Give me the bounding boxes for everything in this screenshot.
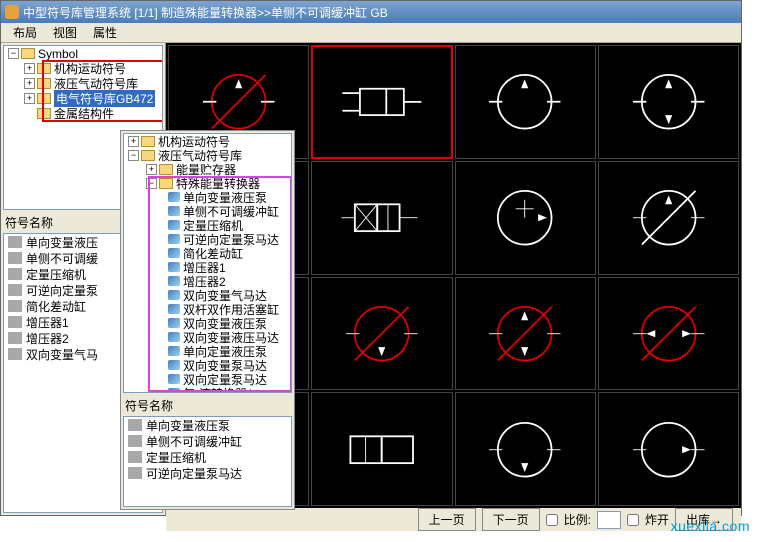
list-item[interactable]: 单侧不可调缓冲缸	[124, 433, 291, 449]
next-page-button[interactable]: 下一页	[482, 508, 540, 531]
symbol-icon	[168, 346, 180, 356]
symbol-icon	[168, 192, 180, 202]
folder-icon	[37, 78, 51, 89]
popup-tree[interactable]: +机构运动符号 −液压气动符号库 +能量贮存器 −特殊能量转换器 单向变量液压泵…	[123, 133, 292, 393]
symbol-cell[interactable]	[455, 392, 596, 506]
symbol-icon	[128, 435, 142, 447]
menu-layout[interactable]: 布局	[5, 22, 45, 43]
watermark: xuexila.com	[671, 518, 750, 534]
symbol-icon	[168, 360, 180, 370]
expand-icon[interactable]: +	[146, 164, 157, 175]
explode-checkbox[interactable]	[627, 514, 639, 526]
folder-icon	[159, 178, 173, 189]
list-item[interactable]: 单向变量液压泵	[124, 417, 291, 433]
ratio-checkbox[interactable]	[546, 514, 558, 526]
collapse-icon[interactable]: −	[128, 150, 139, 161]
folder-icon	[141, 136, 155, 147]
symbol-cell[interactable]	[311, 161, 452, 275]
symbol-icon	[168, 206, 180, 216]
symbol-icon	[128, 419, 142, 431]
symbol-icon	[8, 332, 22, 344]
popup-tree-panel: +机构运动符号 −液压气动符号库 +能量贮存器 −特殊能量转换器 单向变量液压泵…	[120, 130, 295, 510]
popup-symbol-list[interactable]: 单向变量液压泵 单侧不可调缓冲缸 定量压缩机 可逆向定量泵马达	[123, 416, 292, 507]
symbol-icon	[168, 318, 180, 328]
explode-label: 炸开	[645, 511, 669, 528]
symbol-icon	[168, 290, 180, 300]
app-window: 中型符号库管理系统 [1/1] 制造殊能量转换器>>单侧不可调缓冲缸 GB 布局…	[0, 0, 742, 516]
symbol-icon	[168, 220, 180, 230]
symbol-icon	[8, 252, 22, 264]
symbol-cell[interactable]	[598, 45, 739, 159]
menu-props[interactable]: 属性	[85, 22, 125, 43]
app-icon	[5, 5, 19, 19]
symbol-cell[interactable]	[311, 277, 452, 391]
symbol-icon	[8, 284, 22, 296]
symbol-cell-selected[interactable]	[311, 45, 452, 159]
symbol-icon	[168, 276, 180, 286]
menubar: 布局 视图 属性	[1, 23, 741, 43]
symbol-cell[interactable]	[455, 161, 596, 275]
symbol-icon	[8, 236, 22, 248]
content: −Symbol +机构运动符号 +液压气动符号库 +电气符号库GB472 金属结…	[1, 43, 741, 515]
symbol-icon	[168, 234, 180, 244]
expand-icon[interactable]: +	[24, 93, 35, 104]
symbol-cell[interactable]	[311, 392, 452, 506]
symbol-cell[interactable]	[455, 45, 596, 159]
menu-view[interactable]: 视图	[45, 22, 85, 43]
ratio-label: 比例:	[564, 511, 591, 528]
folder-icon	[21, 48, 35, 59]
symbol-icon	[168, 304, 180, 314]
folder-icon	[159, 164, 173, 175]
expand-icon[interactable]: +	[24, 78, 35, 89]
symbol-icon	[168, 374, 180, 384]
folder-icon	[37, 108, 51, 119]
symbol-cell[interactable]	[598, 277, 739, 391]
symbol-icon	[8, 348, 22, 360]
symbol-cell[interactable]	[598, 161, 739, 275]
titlebar: 中型符号库管理系统 [1/1] 制造殊能量转换器>>单侧不可调缓冲缸 GB	[1, 1, 741, 23]
bottom-toolbar: 上一页 下一页 比例: 炸开 出库→	[166, 508, 741, 531]
symbol-cell[interactable]	[598, 392, 739, 506]
folder-icon	[37, 63, 51, 74]
symbol-icon	[168, 388, 180, 393]
symbol-icon	[8, 268, 22, 280]
symbol-icon	[128, 467, 142, 479]
symbol-icon	[8, 316, 22, 328]
folder-icon	[141, 150, 155, 161]
symbol-icon	[168, 332, 180, 342]
prev-page-button[interactable]: 上一页	[418, 508, 476, 531]
collapse-icon[interactable]: −	[8, 48, 19, 59]
ratio-input[interactable]	[597, 511, 621, 529]
symbol-cell[interactable]	[455, 277, 596, 391]
tree-item[interactable]: 金属结构件	[54, 105, 114, 122]
folder-icon	[37, 93, 51, 104]
collapse-icon[interactable]: −	[146, 178, 157, 189]
popup-list-header: 符号名称	[121, 395, 294, 416]
symbol-icon	[168, 248, 180, 258]
expand-icon[interactable]: +	[128, 136, 139, 147]
list-item[interactable]: 定量压缩机	[124, 449, 291, 465]
symbol-icon	[168, 262, 180, 272]
window-title: 中型符号库管理系统 [1/1] 制造殊能量转换器>>单侧不可调缓冲缸 GB	[23, 4, 737, 21]
tree-root[interactable]: Symbol	[38, 47, 78, 61]
symbol-icon	[128, 451, 142, 463]
list-item[interactable]: 可逆向定量泵马达	[124, 465, 291, 481]
expand-icon[interactable]: +	[24, 63, 35, 74]
symbol-icon	[8, 300, 22, 312]
